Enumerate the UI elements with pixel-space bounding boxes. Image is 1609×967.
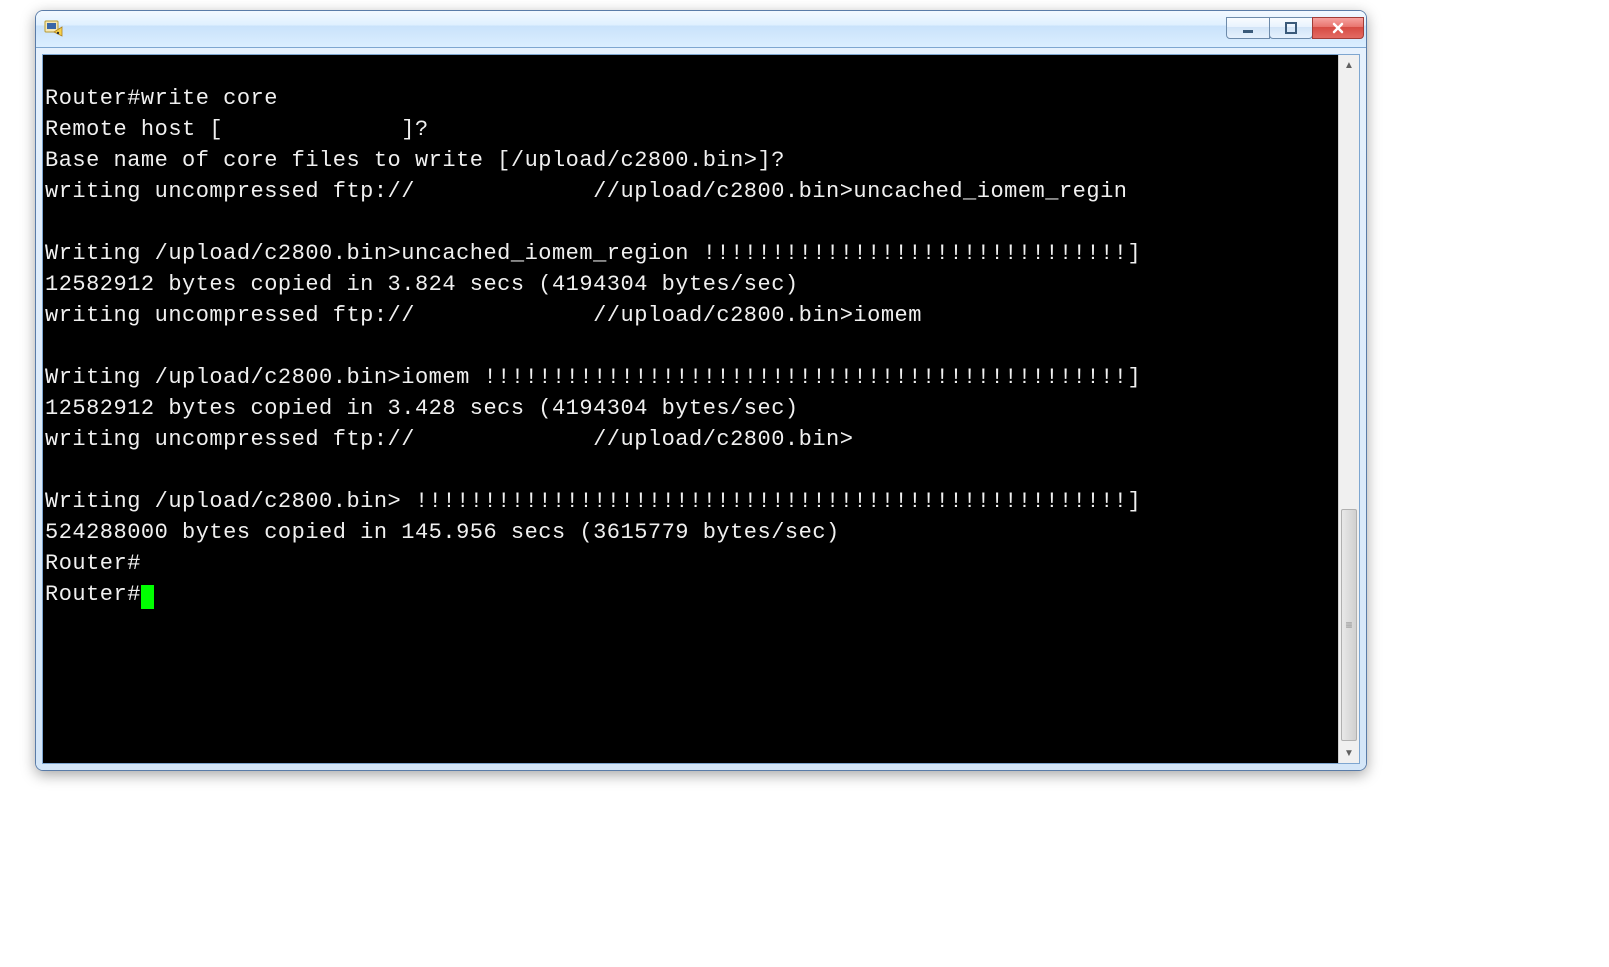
terminal-line: writing uncompressed ftp:// //upload/c28… (45, 303, 922, 328)
terminal-window: Router#write core Remote host [ ]? Base … (35, 10, 1367, 771)
app-icon (44, 19, 64, 39)
window-titlebar[interactable] (36, 11, 1366, 48)
terminal-line: Router# (45, 551, 141, 576)
terminal-line: Router#write core (45, 86, 278, 111)
scroll-thumb[interactable] (1341, 509, 1357, 741)
window-controls (1227, 17, 1364, 41)
minimize-icon (1241, 21, 1255, 35)
client-area: Router#write core Remote host [ ]? Base … (36, 48, 1366, 770)
close-icon (1331, 21, 1345, 35)
terminal-line: 12582912 bytes copied in 3.824 secs (419… (45, 272, 799, 297)
terminal-line: writing uncompressed ftp:// //upload/c28… (45, 179, 1127, 204)
terminal-line: 524288000 bytes copied in 145.956 secs (… (45, 520, 840, 545)
terminal-line: Writing /upload/c2800.bin>iomem !!!!!!!!… (45, 365, 1141, 390)
terminal-line: Remote host [ ]? (45, 117, 429, 142)
maximize-button[interactable] (1269, 17, 1313, 39)
minimize-button[interactable] (1226, 17, 1270, 39)
scroll-up-arrow-icon[interactable]: ▲ (1339, 55, 1359, 75)
scroll-down-arrow-icon[interactable]: ▼ (1339, 743, 1359, 763)
close-button[interactable] (1312, 17, 1364, 39)
maximize-icon (1284, 21, 1298, 35)
terminal-line: 12582912 bytes copied in 3.428 secs (419… (45, 396, 799, 421)
terminal-line: Base name of core files to write [/uploa… (45, 148, 785, 173)
terminal-line: Router# (45, 582, 141, 607)
terminal-container: Router#write core Remote host [ ]? Base … (42, 54, 1360, 764)
terminal-cursor (141, 585, 154, 609)
vertical-scrollbar[interactable]: ▲ ▼ (1338, 55, 1359, 763)
terminal-output[interactable]: Router#write core Remote host [ ]? Base … (43, 55, 1338, 763)
terminal-line: writing uncompressed ftp:// //upload/c28… (45, 427, 853, 452)
terminal-line: Writing /upload/c2800.bin>uncached_iomem… (45, 241, 1141, 266)
scroll-track[interactable] (1339, 75, 1359, 743)
terminal-line: Writing /upload/c2800.bin> !!!!!!!!!!!!!… (45, 489, 1141, 514)
